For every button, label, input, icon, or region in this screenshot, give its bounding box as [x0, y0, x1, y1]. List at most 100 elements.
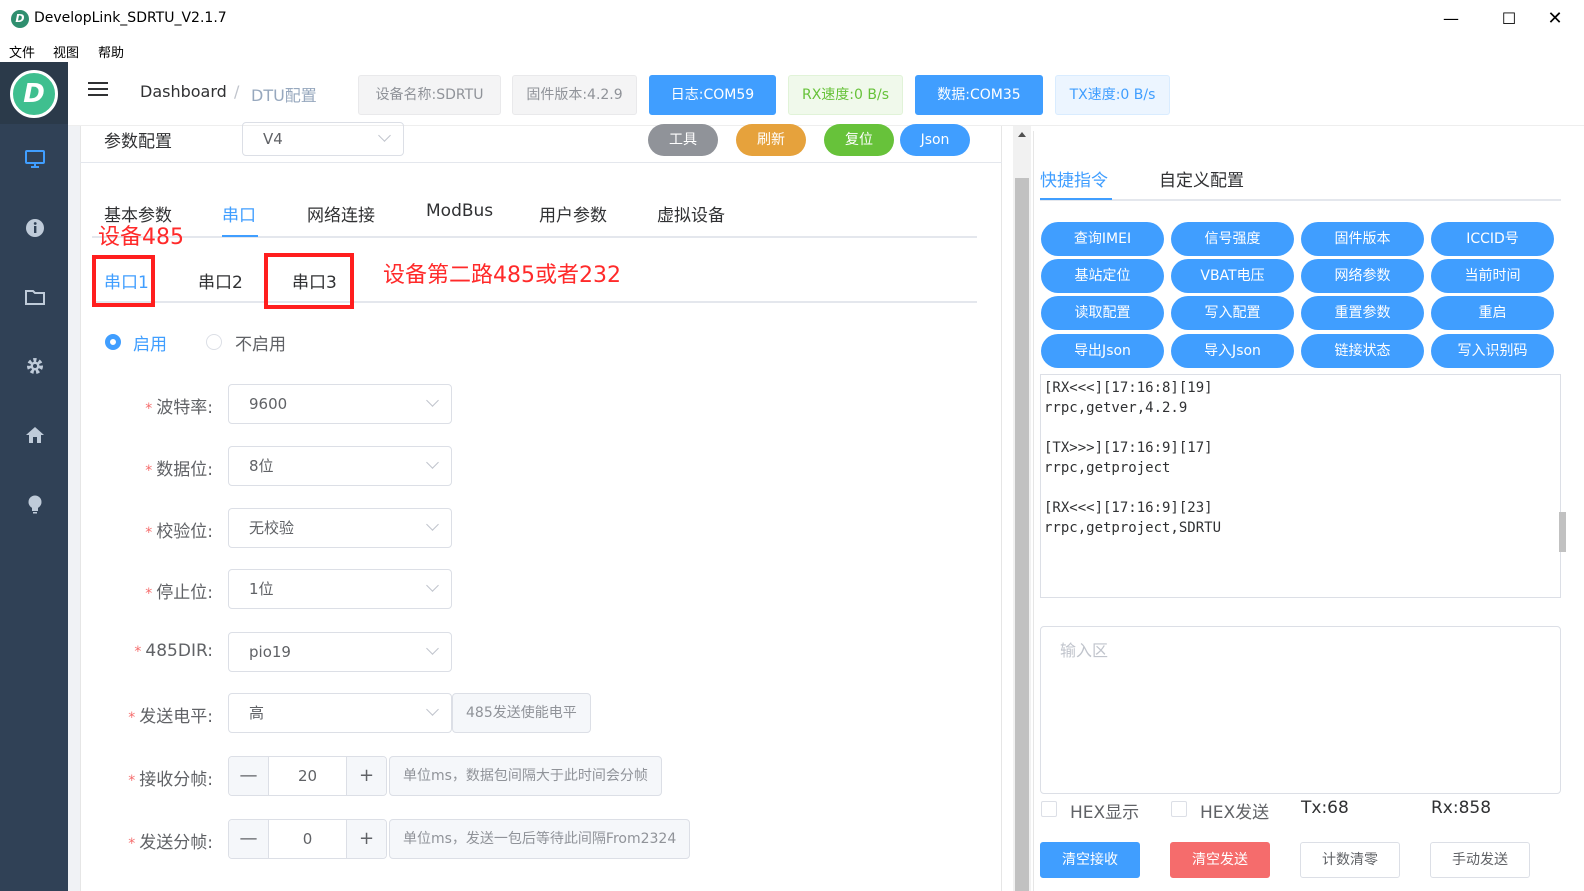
version-select[interactable]: V4	[242, 122, 404, 156]
json-button[interactable]: Json	[900, 124, 970, 156]
disable-label: 不启用	[235, 335, 286, 355]
vbat-voltage-button[interactable]: VBAT电压	[1171, 259, 1294, 293]
rxframe-decrement-button[interactable]: —	[229, 757, 269, 795]
tab-quick-commands[interactable]: 快捷指令	[1040, 166, 1108, 191]
level-select[interactable]: 高	[228, 693, 452, 733]
rxframe-stepper[interactable]: — 20 +	[228, 756, 387, 796]
close-button[interactable]: ✕	[1526, 0, 1584, 38]
query-imei-button[interactable]: 查询IMEI	[1041, 222, 1164, 256]
parity-label: * 校验位:	[145, 522, 213, 542]
txframe-stepper[interactable]: — 0 +	[228, 819, 387, 859]
menu-bar: 文件 视图 帮助	[0, 38, 1584, 62]
chevron-down-icon	[426, 518, 439, 531]
txframe-value[interactable]: 0	[269, 820, 346, 858]
reset-params-button[interactable]: 重置参数	[1301, 296, 1424, 330]
level-label: * 发送电平:	[128, 707, 213, 727]
right-tabs-divider	[1040, 199, 1561, 201]
breadcrumb-dashboard[interactable]: Dashboard	[140, 82, 227, 101]
rxframe-increment-button[interactable]: +	[346, 757, 386, 795]
iccid-button[interactable]: ICCID号	[1431, 222, 1554, 256]
clear-send-button[interactable]: 清空发送	[1170, 842, 1270, 878]
txframe-decrement-button[interactable]: —	[229, 820, 269, 858]
cell-location-button[interactable]: 基站定位	[1041, 259, 1164, 293]
baud-select[interactable]: 9600	[228, 384, 452, 424]
manual-send-button[interactable]: 手动发送	[1430, 842, 1530, 878]
log-scrollbar[interactable]	[1557, 376, 1567, 574]
enable-radio[interactable]	[105, 334, 121, 350]
menu-view[interactable]: 视图	[53, 42, 79, 61]
export-json-button[interactable]: 导出Json	[1041, 334, 1164, 368]
enable-label: 启用	[133, 335, 167, 355]
hex-send-label: HEX发送	[1200, 803, 1270, 823]
databits-select[interactable]: 8位	[228, 446, 452, 486]
sidebar: D	[0, 62, 68, 891]
stopbits-select[interactable]: 1位	[228, 569, 452, 609]
clear-receive-button[interactable]: 清空接收	[1040, 842, 1140, 878]
txframe-hint: 单位ms，发送一包后等待此间隔From2324	[389, 819, 691, 859]
log-output[interactable]: [RX<<<][17:16:8][19] rrpc,getver,4.2.9 […	[1040, 374, 1561, 598]
write-config-button[interactable]: 写入配置	[1171, 296, 1294, 330]
subtabs-divider	[92, 301, 977, 303]
subtab-port2[interactable]: 串口2	[198, 268, 243, 293]
home-icon[interactable]	[22, 424, 48, 450]
dir485-select[interactable]: pio19	[228, 632, 452, 672]
menu-file[interactable]: 文件	[9, 42, 35, 61]
chevron-down-icon	[426, 642, 439, 655]
chevron-down-icon	[378, 129, 391, 142]
network-params-button[interactable]: 网络参数	[1301, 259, 1424, 293]
tab-user-params[interactable]: 用户参数	[539, 201, 607, 226]
firmware-version-button[interactable]: 固件版本	[1301, 222, 1424, 256]
monitor-icon[interactable]	[22, 148, 48, 174]
firmware-badge[interactable]: 固件版本:4.2.9	[512, 75, 637, 115]
data-port-button[interactable]: 数据:COM35	[915, 75, 1043, 115]
reset-count-button[interactable]: 计数清零	[1300, 842, 1400, 878]
signal-strength-button[interactable]: 信号强度	[1171, 222, 1294, 256]
tab-virtual-device[interactable]: 虚拟设备	[657, 201, 725, 226]
tab-serial[interactable]: 串口	[222, 201, 256, 226]
baud-value: 9600	[249, 395, 288, 413]
tab-custom-config[interactable]: 自定义配置	[1159, 166, 1244, 191]
scrollbar[interactable]	[1013, 126, 1031, 891]
tab-modbus[interactable]: ModBus	[426, 201, 493, 221]
tab-network[interactable]: 网络连接	[307, 201, 375, 226]
device-name-badge[interactable]: 设备名称:SDRTU	[358, 75, 501, 115]
level-value: 高	[249, 704, 265, 722]
link-status-button[interactable]: 链接状态	[1301, 334, 1424, 368]
breadcrumb-separator: /	[234, 82, 240, 101]
log-port-button[interactable]: 日志:COM59	[649, 75, 776, 115]
scrollbar-thumb[interactable]	[1015, 178, 1029, 891]
menu-help[interactable]: 帮助	[98, 42, 124, 61]
reset-button[interactable]: 复位	[824, 124, 894, 156]
header-divider	[80, 162, 1002, 163]
import-json-button[interactable]: 导入Json	[1171, 334, 1294, 368]
log-scrollbar-thumb[interactable]	[1559, 512, 1566, 552]
rxframe-value[interactable]: 20	[269, 757, 346, 795]
write-id-code-button[interactable]: 写入识别码	[1431, 334, 1554, 368]
minimize-button[interactable]: —	[1422, 0, 1480, 38]
send-input[interactable]: 输入区	[1040, 626, 1561, 794]
tab-active-indicator	[222, 235, 258, 237]
disable-radio[interactable]	[206, 334, 222, 350]
folder-icon[interactable]	[22, 286, 48, 312]
current-time-button[interactable]: 当前时间	[1431, 259, 1554, 293]
title-bar: D DevelopLink_SDRTU_V2.1.7 — ☐ ✕	[0, 0, 1584, 38]
highlight-box-port1	[92, 255, 155, 307]
right-tab-indicator	[1040, 198, 1112, 200]
databits-value: 8位	[249, 457, 274, 475]
refresh-button[interactable]: 刷新	[736, 124, 806, 156]
rxframe-label: * 接收分帧:	[128, 770, 213, 790]
window-title: DevelopLink_SDRTU_V2.1.7	[34, 10, 227, 26]
txframe-increment-button[interactable]: +	[346, 820, 386, 858]
tools-button[interactable]: 工具	[648, 124, 718, 156]
gear-icon[interactable]	[22, 355, 48, 381]
rx-counter: Rx:858	[1431, 798, 1492, 818]
read-config-button[interactable]: 读取配置	[1041, 296, 1164, 330]
hex-send-checkbox[interactable]	[1171, 801, 1187, 817]
scroll-up-icon[interactable]	[1018, 132, 1026, 137]
info-icon[interactable]	[22, 217, 48, 243]
lightbulb-icon[interactable]	[22, 493, 48, 519]
hex-display-checkbox[interactable]	[1041, 801, 1057, 817]
hamburger-icon[interactable]	[88, 82, 108, 100]
reboot-button[interactable]: 重启	[1431, 296, 1554, 330]
parity-select[interactable]: 无校验	[228, 508, 452, 548]
